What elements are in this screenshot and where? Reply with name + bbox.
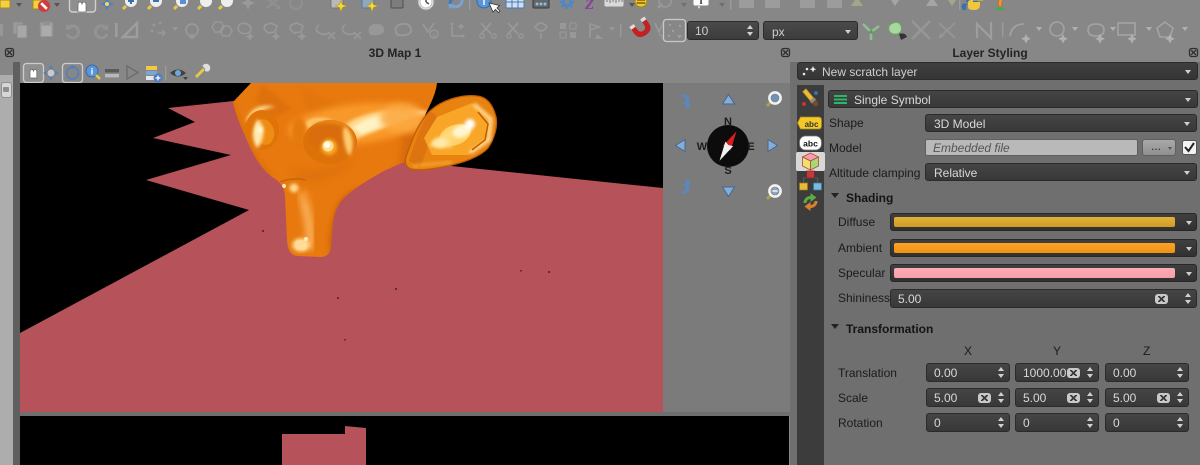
svg-text:s: s xyxy=(432,32,436,39)
svg-text:W: W xyxy=(697,141,708,153)
svg-text:i: i xyxy=(483,0,486,8)
svg-text:abc: abc xyxy=(803,139,818,149)
svg-text:E: E xyxy=(747,141,754,153)
svg-text:i: i xyxy=(91,67,94,77)
svg-text:abc: abc xyxy=(805,120,819,129)
svg-text:Z: Z xyxy=(584,0,594,13)
svg-text:i: i xyxy=(700,0,703,7)
svg-text:N: N xyxy=(724,116,732,128)
svg-text:S: S xyxy=(724,165,731,177)
